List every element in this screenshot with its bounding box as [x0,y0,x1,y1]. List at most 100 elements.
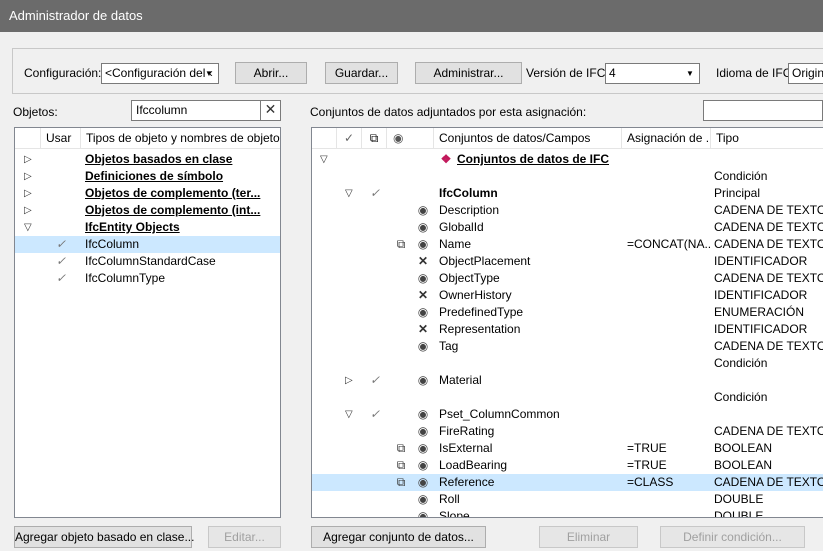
object-name: Objetos de complemento (int... [85,203,261,217]
config-select[interactable]: <Configuración del ‹ ▼ [101,63,219,84]
mapping-icon[interactable]: ⧉ [392,457,410,474]
dataset-row[interactable]: ▽ ✓ ◉ Pset_ColumnCommon [312,406,823,423]
header-datasets-fields[interactable]: Conjuntos de datos/Campos [434,128,622,149]
tree-row[interactable]: ✓ IfcColumnStandardCase [15,253,280,270]
dataset-row[interactable]: ✕ ObjectPlacement IDENTIFICADOR [312,253,823,270]
dataset-row[interactable]: ◉ GlobalId CADENA DE TEXTO [312,219,823,236]
dataset-row[interactable]: ▽ ❖ Conjuntos de datos de IFC [312,151,823,168]
hidden-icon[interactable]: ✕ [416,253,430,270]
check-icon[interactable]: ✓ [53,270,69,287]
eye-icon[interactable]: ◉ [416,474,430,491]
tree-row[interactable]: ▷ Definiciones de símbolo [15,168,280,185]
check-icon[interactable]: ✓ [368,185,382,202]
edit-button[interactable]: Editar... [208,526,281,548]
add-class-object-button[interactable]: Agregar objeto basado en clase... [14,526,194,548]
add-dataset-button[interactable]: Agregar conjunto de datos... [311,526,486,548]
eye-icon[interactable]: ◉ [416,372,430,389]
dataset-row[interactable]: ⧉ ◉ Name =CONCAT(NA... CADENA DE TEXTO [312,236,823,253]
tree-row[interactable]: ▷ Objetos basados en clase [15,151,280,168]
field-assignment [627,253,711,270]
dataset-row[interactable]: ◉ Description CADENA DE TEXTO [312,202,823,219]
mapping-icon[interactable]: ⧉ [392,474,410,491]
tree-row[interactable]: ▷ Objetos de complemento (ter... [15,185,280,202]
dataset-row[interactable]: Condición [312,389,823,406]
eye-icon[interactable]: ◉ [416,202,430,219]
field-name: Slope [439,509,470,518]
dataset-row[interactable]: ◉ Roll DOUBLE [312,491,823,508]
check-icon[interactable]: ✓ [368,372,382,389]
eye-icon[interactable]: ◉ [416,236,430,253]
check-icon[interactable]: ✓ [337,128,362,149]
define-condition-button[interactable]: Definir condición... [660,526,805,548]
field-type: Condición [714,356,768,370]
tree-row[interactable]: ✓ IfcColumnType [15,270,280,287]
expand-open-icon[interactable]: ▽ [320,151,328,168]
dataset-row[interactable]: ◉ Slope DOUBLE [312,508,823,518]
eye-icon[interactable]: ◉ [416,304,430,321]
field-name: IfcColumn [439,186,498,200]
mapping-icon[interactable]: ⧉ [362,128,387,149]
datasets-search-input[interactable] [703,100,823,121]
window-title: Administrador de datos [0,0,823,32]
eye-icon[interactable]: ◉ [416,219,430,236]
expand-collapsed-icon[interactable]: ▷ [24,151,32,168]
dataset-row[interactable]: Condición [312,168,823,185]
eye-icon[interactable]: ◉ [416,338,430,355]
header-type[interactable]: Tipo [711,128,823,149]
field-type: Principal [714,186,761,200]
hidden-icon[interactable]: ✕ [416,287,430,304]
tree-row[interactable]: ▷ Objetos de complemento (int... [15,202,280,219]
dataset-row[interactable]: ✕ OwnerHistory IDENTIFICADOR [312,287,823,304]
hidden-icon[interactable]: ✕ [416,321,430,338]
expand-open-icon[interactable]: ▽ [345,185,353,202]
save-button[interactable]: Guardar... [325,62,398,84]
tree-row[interactable]: ▽ IfcEntity Objects [15,219,280,236]
expand-collapsed-icon[interactable]: ▷ [345,372,353,389]
dataset-row[interactable]: ✕ Representation IDENTIFICADOR [312,321,823,338]
dataset-row[interactable]: ▽ ✓ IfcColumn Principal [312,185,823,202]
expand-open-icon[interactable]: ▽ [345,406,353,423]
header-use[interactable]: Usar [41,128,81,149]
check-icon[interactable]: ✓ [53,253,69,270]
ifc-version-select[interactable]: 4 ▼ [605,63,700,84]
dataset-row[interactable]: ▷ ✓ ◉ Material [312,372,823,389]
eye-icon[interactable]: ◉ [416,270,430,287]
eye-icon[interactable]: ◉ [387,128,434,149]
eye-icon[interactable]: ◉ [416,406,430,423]
chevron-down-icon: ▼ [205,69,213,78]
dataset-row[interactable]: Condición [312,355,823,372]
chevron-down-icon: ▼ [686,69,694,78]
dataset-row[interactable]: ◉ FireRating CADENA DE TEXTO [312,423,823,440]
eye-icon[interactable]: ◉ [416,423,430,440]
eye-icon[interactable]: ◉ [416,508,430,517]
mapping-icon[interactable]: ⧉ [392,440,410,457]
manage-button[interactable]: Administrar... [415,62,522,84]
delete-button[interactable]: Eliminar [539,526,638,548]
expand-collapsed-icon[interactable]: ▷ [24,185,32,202]
dataset-row[interactable]: ⧉ ◉ IsExternal =TRUE BOOLEAN [312,440,823,457]
eye-icon[interactable]: ◉ [416,440,430,457]
expand-collapsed-icon[interactable]: ▷ [24,168,32,185]
objects-search-input[interactable]: Ifccolumn ✕ [131,100,281,121]
eye-icon[interactable]: ◉ [416,491,430,508]
check-icon[interactable]: ✓ [368,406,382,423]
open-button[interactable]: Abrir... [235,62,307,84]
dataset-row[interactable]: ⧉ ◉ Reference =CLASS CADENA DE TEXTO [312,474,823,491]
eye-icon[interactable]: ◉ [416,457,430,474]
field-name: Description [439,203,500,217]
dataset-row[interactable]: ⧉ ◉ LoadBearing =TRUE BOOLEAN [312,457,823,474]
header-object-types[interactable]: Tipos de objeto y nombres de objeto [81,128,280,149]
header-assignment[interactable]: Asignación de ... [622,128,711,149]
dataset-row[interactable]: ◉ ObjectType CADENA DE TEXTO [312,270,823,287]
dataset-row[interactable]: ◉ Tag CADENA DE TEXTO [312,338,823,355]
ifc-language-select[interactable]: Origina [788,63,823,84]
tree-row[interactable]: ✓ IfcColumn [15,236,280,253]
mapping-icon[interactable]: ⧉ [392,236,410,253]
clear-search-icon[interactable]: ✕ [260,101,280,120]
dataset-row[interactable]: ◉ PredefinedType ENUMERACIÓN [312,304,823,321]
check-icon[interactable]: ✓ [53,236,69,253]
field-type: BOOLEAN [714,441,773,455]
field-type [714,372,823,389]
expand-open-icon[interactable]: ▽ [24,219,32,236]
expand-collapsed-icon[interactable]: ▷ [24,202,32,219]
